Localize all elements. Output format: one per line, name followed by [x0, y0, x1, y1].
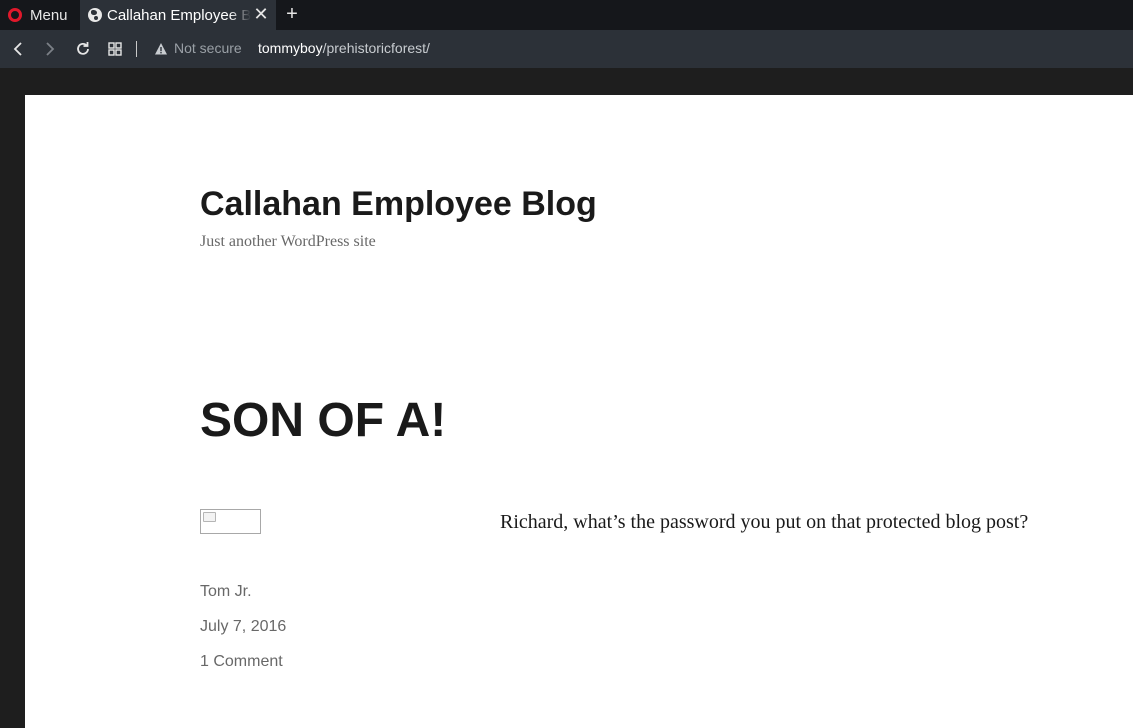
opera-icon [8, 8, 22, 22]
author-avatar [200, 509, 261, 534]
security-indicator[interactable]: Not secure [174, 40, 242, 56]
site-title[interactable]: Callahan Employee Blog [200, 185, 597, 224]
reload-icon[interactable] [73, 39, 93, 59]
post-author[interactable]: Tom Jr. [200, 583, 252, 601]
grid-icon[interactable] [105, 39, 125, 59]
post-date[interactable]: July 7, 2016 [200, 618, 286, 636]
post-content: Richard, what’s the password you put on … [500, 511, 1029, 533]
globe-icon [88, 8, 102, 22]
url-host: tommyboy [258, 40, 323, 56]
address-field[interactable]: tommyboy/prehistoricforest/ [258, 40, 430, 56]
forward-icon[interactable] [40, 39, 60, 59]
address-toolbar: Not secure tommyboy/prehistoricforest/ [0, 30, 1133, 68]
back-icon[interactable] [8, 39, 28, 59]
plus-icon[interactable]: + [284, 3, 300, 25]
browser-menu-button[interactable]: Menu [0, 0, 68, 30]
menu-label: Menu [30, 6, 68, 24]
post-title[interactable]: SON OF A! [200, 393, 446, 448]
post-comments-link[interactable]: 1 Comment [200, 653, 283, 671]
page-viewport: Callahan Employee Blog Just another Word… [25, 95, 1133, 728]
url-path: /prehistoricforest/ [322, 40, 430, 56]
site-description: Just another WordPress site [200, 233, 376, 250]
tab-callahan-blog[interactable]: Callahan Employee Blog ✕ [80, 0, 276, 30]
close-icon[interactable]: ✕ [252, 5, 270, 23]
tab-title: Callahan Employee Blog [107, 6, 251, 24]
warning-icon[interactable] [154, 42, 168, 56]
toolbar-divider [136, 41, 137, 57]
tab-strip: Menu Callahan Employee Blog ✕ + [0, 0, 1133, 30]
